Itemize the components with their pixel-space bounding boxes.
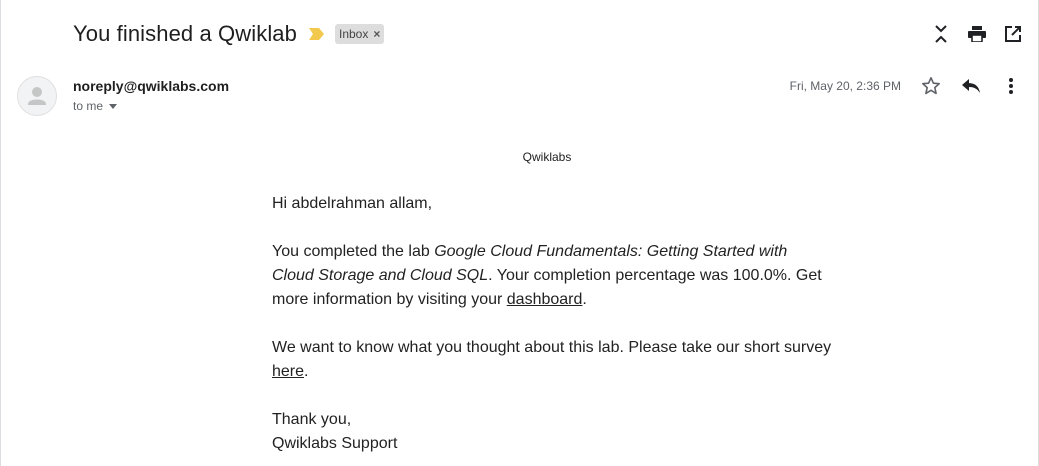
frame-border-left xyxy=(0,0,1,466)
survey-text-end: . xyxy=(304,363,309,380)
survey-text: We want to know what you thought about t… xyxy=(272,339,832,356)
sender-address[interactable]: noreply@qwiklabs.com xyxy=(73,78,229,94)
signature-text: Qwiklabs Support xyxy=(272,435,398,452)
greeting: Hi abdelrahman allam, xyxy=(272,195,433,212)
more-vertical-icon[interactable] xyxy=(999,74,1023,98)
recipient-details[interactable]: to me xyxy=(73,99,118,113)
label-chip-text: Inbox xyxy=(338,27,369,41)
open-in-new-window-icon[interactable] xyxy=(1003,22,1023,46)
email-body: Hi abdelrahman allam, You completed the … xyxy=(272,192,832,456)
show-details-icon[interactable] xyxy=(109,103,118,109)
star-icon[interactable] xyxy=(919,74,943,98)
subject-row: You finished a Qwiklab Inbox × xyxy=(73,18,385,50)
survey-paragraph: We want to know what you thought about t… xyxy=(272,336,832,384)
thread-actions xyxy=(931,22,1023,46)
completion-paragraph: You completed the lab Google Cloud Funda… xyxy=(272,240,832,312)
email-subject: You finished a Qwiklab xyxy=(73,21,297,46)
survey-link[interactable]: here xyxy=(272,363,304,380)
label-chip-inbox[interactable]: Inbox × xyxy=(334,24,385,44)
importance-marker-icon[interactable] xyxy=(308,27,325,41)
completion-text-start: You completed the lab xyxy=(272,243,435,260)
reply-icon[interactable] xyxy=(959,74,983,98)
dashboard-link[interactable]: dashboard xyxy=(507,291,583,308)
completion-text-end: . xyxy=(582,291,587,308)
person-avatar-icon[interactable] xyxy=(17,76,57,116)
print-icon[interactable] xyxy=(967,22,987,46)
message-date: Fri, May 20, 2:36 PM xyxy=(789,79,901,93)
message-actions xyxy=(919,74,1023,98)
brand-header: Qwiklabs xyxy=(522,150,572,164)
collapse-all-icon[interactable] xyxy=(931,22,951,46)
closing-text: Thank you, xyxy=(272,411,352,428)
recipient-label: to me xyxy=(73,99,104,113)
closing-block: Thank you, Qwiklabs Support xyxy=(272,408,832,456)
remove-label-icon[interactable]: × xyxy=(373,27,380,41)
